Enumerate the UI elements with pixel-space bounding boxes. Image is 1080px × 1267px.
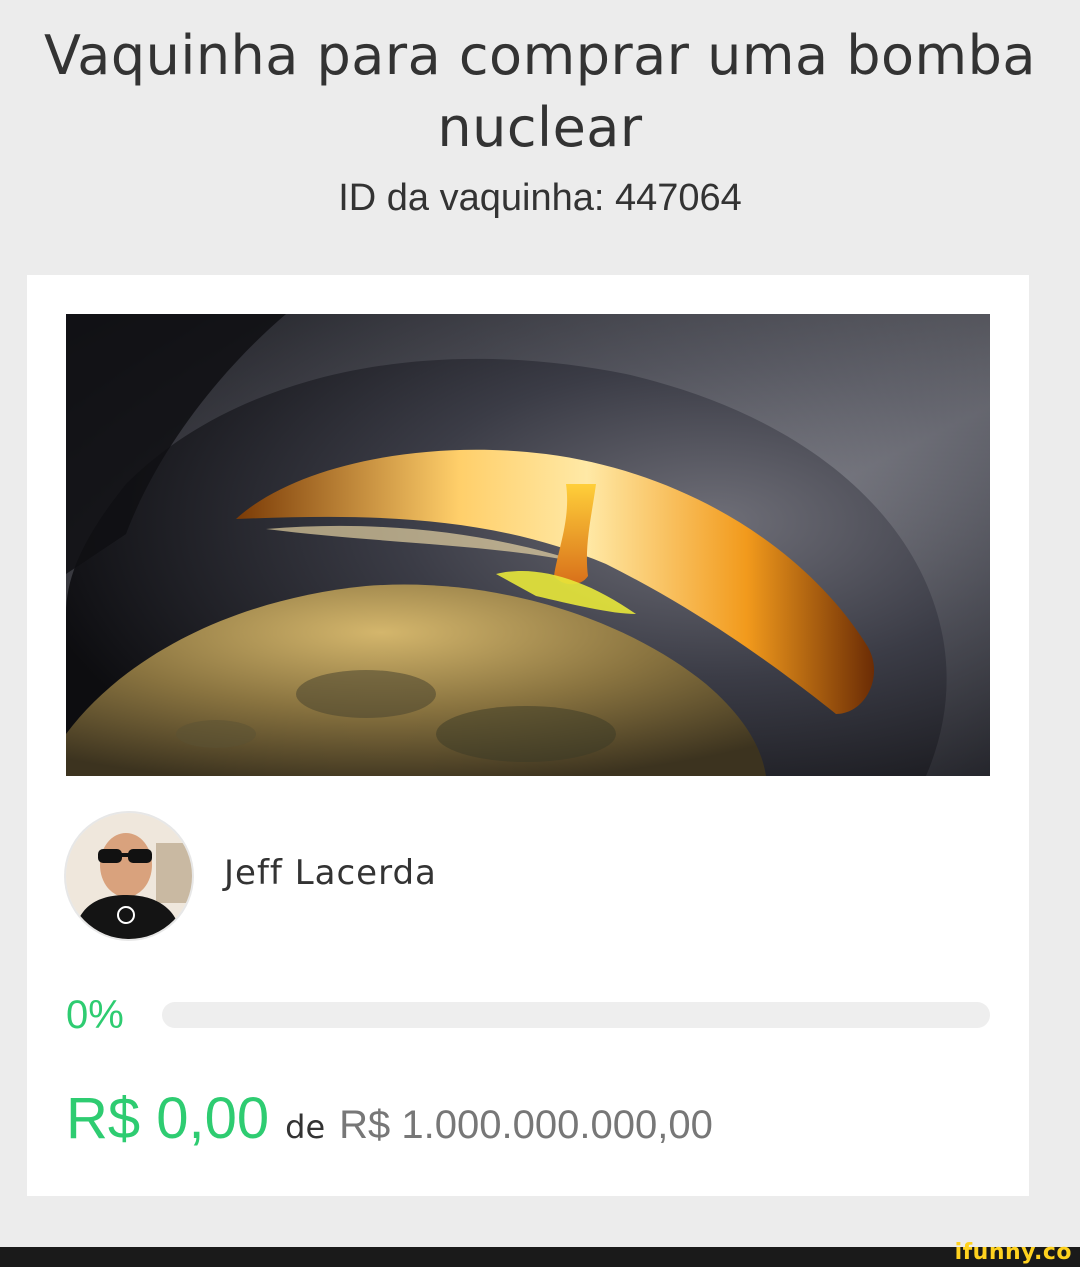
creator-info[interactable]: Jeff Lacerda (66, 811, 437, 941)
progress-percent: 0% (66, 992, 124, 1037)
campaign-image[interactable] (66, 314, 990, 776)
campaign-id: ID da vaquinha: 447064 (338, 177, 742, 219)
page-title: Vaquinha para comprar uma bomba nuclear (43, 24, 1036, 159)
avatar[interactable] (66, 813, 192, 939)
footer-bar (0, 1247, 1080, 1267)
progress-section: 0% (66, 987, 990, 1043)
creator-name[interactable]: Jeff Lacerda (224, 853, 437, 893)
nuclear-explosion-moon-image (66, 314, 990, 776)
amount-raised: R$ 0,00 (66, 1086, 270, 1151)
page-header: Vaquinha para comprar uma bomba nuclear … (0, 20, 1080, 220)
watermark-logo: ifunny.co (954, 1240, 1072, 1265)
campaign-card: Jeff Lacerda 0% R$ 0,00 de R$ 1.000.000.… (27, 275, 1029, 1196)
amount-of-label: de (285, 1108, 326, 1146)
creator-photo (66, 813, 192, 939)
amount-goal: R$ 1.000.000.000,00 (339, 1103, 713, 1147)
progress-bar (162, 1002, 990, 1028)
amounts: R$ 0,00 de R$ 1.000.000.000,00 (66, 1085, 713, 1152)
